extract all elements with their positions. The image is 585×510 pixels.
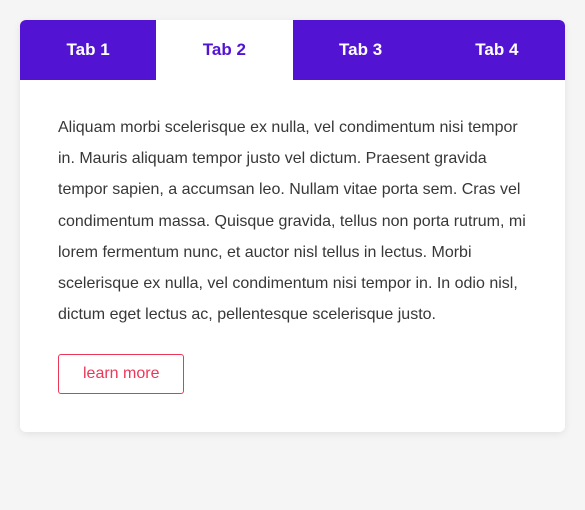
- tab-card: Tab 1 Tab 2 Tab 3 Tab 4 Aliquam morbi sc…: [20, 20, 565, 432]
- learn-more-button[interactable]: learn more: [58, 354, 184, 394]
- tab-bar: Tab 1 Tab 2 Tab 3 Tab 4: [20, 20, 565, 80]
- tab-2[interactable]: Tab 2: [156, 20, 292, 80]
- tab-3[interactable]: Tab 3: [293, 20, 429, 80]
- tab-panel: Aliquam morbi scelerisque ex nulla, vel …: [20, 80, 565, 432]
- panel-body-text: Aliquam morbi scelerisque ex nulla, vel …: [58, 112, 527, 330]
- tab-4[interactable]: Tab 4: [429, 20, 565, 80]
- tab-1[interactable]: Tab 1: [20, 20, 156, 80]
